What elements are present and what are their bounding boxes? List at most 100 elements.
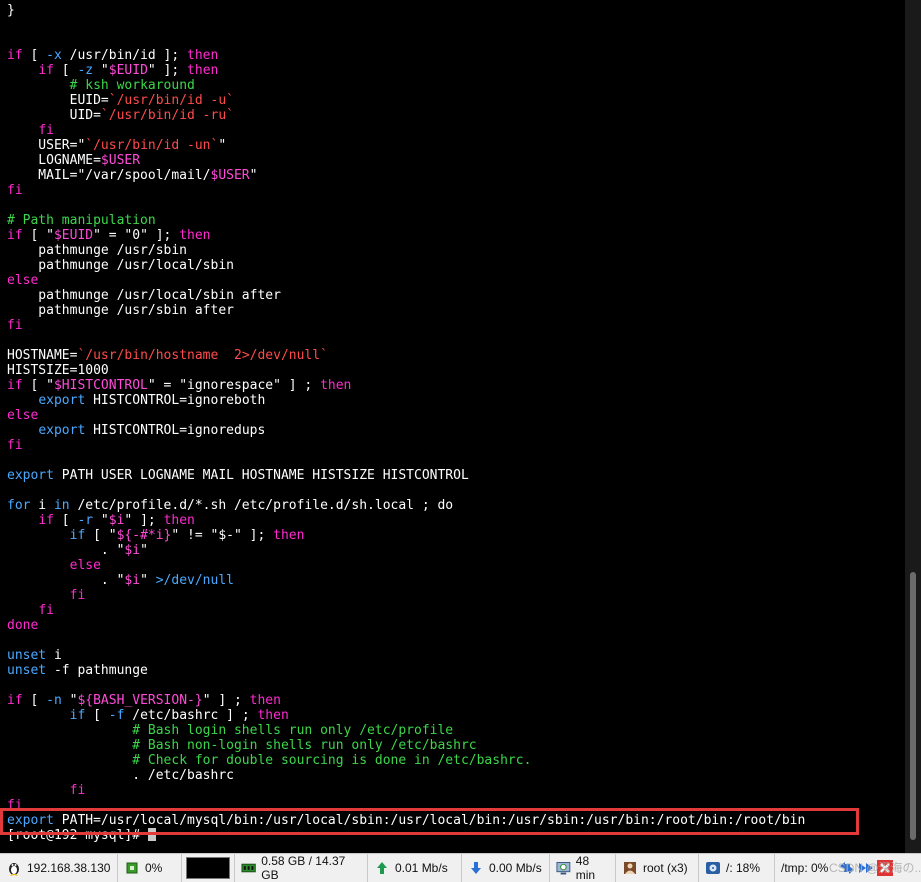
terminal-text: pathmunge /usr/sbin: [7, 243, 188, 258]
terminal-text: export: [7, 468, 54, 483]
terminal-line: fi: [7, 438, 805, 453]
network-arrows-icon[interactable]: [839, 860, 855, 876]
uptime: 48 min: [575, 854, 596, 882]
terminal-text: ${-#*i}: [116, 528, 172, 543]
download-speed: 0.00 Mb/s: [489, 861, 542, 875]
terminal-text: if: [7, 228, 23, 243]
status-disk-tmp[interactable]: /tmp: 0%: [775, 854, 837, 882]
memory-usage: 0.58 GB / 14.37 GB: [261, 854, 346, 882]
terminal-line: pathmunge /usr/sbin after: [7, 303, 805, 318]
cpu-usage: 0%: [145, 861, 163, 875]
terminal-text: /usr/bin/id ];: [61, 48, 188, 63]
terminal-text: " = "ignorespace" ] ;: [147, 378, 321, 393]
disk-icon: [706, 862, 720, 874]
fast-forward-icon[interactable]: [858, 860, 874, 876]
terminal-line: pathmunge /usr/sbin: [7, 243, 805, 258]
terminal-text: [: [53, 63, 78, 78]
terminal-line: USER="`/usr/bin/id -un`": [7, 138, 805, 153]
terminal-line: fi: [7, 783, 805, 798]
terminal-line: }: [7, 3, 805, 18]
terminal-text: . ": [7, 573, 125, 588]
terminal-line: if [ "$EUID" = "0" ]; then: [7, 228, 805, 243]
terminal-line: # Check for double sourcing is done in /…: [7, 753, 805, 768]
status-download[interactable]: 0.00 Mb/s: [462, 854, 550, 882]
status-memory[interactable]: 0.58 GB / 14.37 GB: [235, 854, 368, 882]
user-icon: [624, 862, 636, 874]
status-controls: CSDN @深海の...: [829, 854, 921, 882]
terminal-text: $USER: [210, 168, 250, 183]
terminal-text: " ];: [124, 513, 164, 528]
status-cpu[interactable]: 0%: [118, 854, 182, 882]
terminal-text: if: [69, 528, 86, 543]
terminal-text: fi: [38, 603, 54, 618]
terminal-line: HISTSIZE=1000: [7, 363, 805, 378]
terminal-text: HISTCONTROL=ignoreboth: [85, 393, 266, 408]
terminal-line: # Bash login shells run only /etc/profil…: [7, 723, 805, 738]
terminal-text: MAIL="/var/spool/mail/: [7, 168, 211, 183]
status-ip[interactable]: 192.168.38.130: [0, 854, 118, 882]
terminal-text: " ];: [147, 63, 188, 78]
terminal-line: unset i: [7, 648, 805, 663]
terminal-text: then: [187, 48, 219, 63]
status-user[interactable]: root (x3): [616, 854, 699, 882]
terminal-line: else: [7, 558, 805, 573]
status-disk-root[interactable]: /: 18%: [699, 854, 775, 882]
terminal-line: done: [7, 618, 805, 633]
terminal-line: MAIL="/var/spool/mail/$USER": [7, 168, 805, 183]
terminal-text: [: [53, 513, 78, 528]
terminal-text: [ ": [22, 378, 54, 393]
status-uptime[interactable]: 48 min: [550, 854, 616, 882]
close-x-icon[interactable]: [877, 860, 893, 876]
terminal-text: -r: [77, 513, 94, 528]
terminal-text: `/usr/bin/id -un`: [85, 138, 219, 153]
terminal-text: `/usr/bin/hostname 2>/dev/null`: [77, 348, 328, 363]
monitor-clock-icon: [556, 862, 571, 875]
scrollbar-thumb[interactable]: [910, 572, 916, 840]
terminal-text: fi: [38, 123, 54, 138]
terminal-line: for i in /etc/profile.d/*.sh /etc/profil…: [7, 498, 805, 513]
terminal-text: [: [22, 48, 47, 63]
terminal-text: " != "$-" ];: [171, 528, 274, 543]
disk-root-usage: /: 18%: [726, 861, 761, 875]
terminal-text: pathmunge /usr/sbin after: [7, 303, 234, 318]
terminal-line: . "$i": [7, 543, 805, 558]
terminal-line: . /etc/bashrc: [7, 768, 805, 783]
terminal-window[interactable]: } if [ -x /usr/bin/id ]; then if [ -z "$E…: [0, 0, 905, 853]
upload-speed: 0.01 Mb/s: [395, 861, 448, 875]
terminal-text: ": [249, 168, 258, 183]
terminal-scrollbar[interactable]: [905, 0, 921, 853]
terminal-text: else: [7, 408, 39, 423]
terminal-text: `/usr/bin/id -u`: [108, 93, 234, 108]
terminal-text: if: [7, 693, 23, 708]
terminal-text: # Bash non-login shells run only /etc/ba…: [132, 738, 477, 753]
terminal-text: ": [140, 543, 148, 558]
terminal-line: if [ -f /etc/bashrc ] ; then: [7, 708, 805, 723]
terminal-text: ": [218, 138, 227, 153]
terminal-text: PATH USER LOGNAME MAIL HOSTNAME HISTSIZE…: [53, 468, 469, 483]
terminal-text: # Bash login shells run only /etc/profil…: [132, 723, 454, 738]
terminal-text: if: [69, 708, 86, 723]
terminal-text: export: [38, 423, 86, 438]
terminal-line: if [ -n "${BASH_VERSION-}" ] ; then: [7, 693, 805, 708]
cpu-graph: [186, 857, 230, 879]
terminal-text: do: [437, 498, 454, 513]
terminal-text: then: [187, 63, 219, 78]
terminal-text: ": [93, 63, 109, 78]
terminal-text: if: [7, 378, 23, 393]
status-upload[interactable]: 0.01 Mb/s: [368, 854, 462, 882]
terminal-text: }: [7, 3, 15, 18]
terminal-line: export PATH USER LOGNAME MAIL HOSTNAME H…: [7, 468, 805, 483]
terminal-text: >/dev/null: [155, 573, 234, 588]
